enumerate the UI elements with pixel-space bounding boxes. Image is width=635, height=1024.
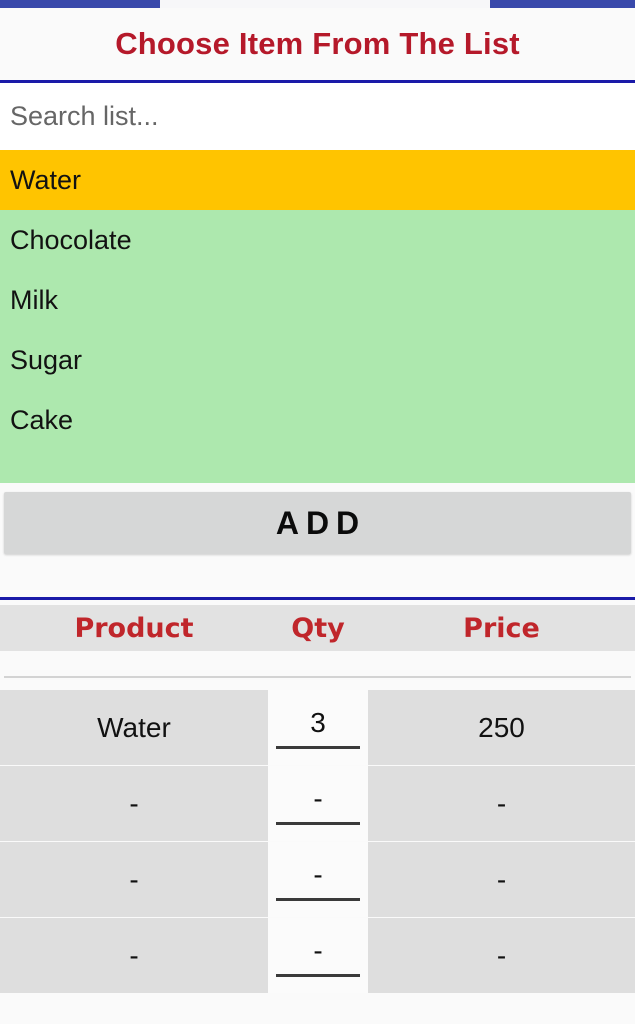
table-header-row: Product Qty Price bbox=[0, 605, 635, 651]
app-root: Choose Item From The List Water Chocolat… bbox=[0, 0, 635, 1024]
qty-underline bbox=[276, 746, 360, 749]
search-bar[interactable] bbox=[0, 83, 635, 150]
list-item-water[interactable]: Water bbox=[0, 150, 635, 210]
status-bar bbox=[0, 0, 635, 8]
cell-price: 250 bbox=[368, 690, 635, 765]
list-item-milk[interactable]: Milk bbox=[0, 270, 635, 330]
table-row: - - bbox=[0, 918, 635, 993]
list-item-label: Milk bbox=[10, 284, 58, 315]
cell-qty[interactable] bbox=[268, 690, 368, 765]
add-button[interactable]: ADD bbox=[4, 492, 631, 554]
cell-product: - bbox=[0, 766, 268, 841]
cell-qty[interactable] bbox=[268, 918, 368, 993]
table-row: - - bbox=[0, 842, 635, 917]
cell-product: - bbox=[0, 842, 268, 917]
cell-price: - bbox=[368, 842, 635, 917]
column-header-qty: Qty bbox=[291, 612, 345, 644]
list-item-chocolate[interactable]: Chocolate bbox=[0, 210, 635, 270]
table-header-rule bbox=[4, 676, 631, 678]
page-title-container: Choose Item From The List bbox=[0, 8, 635, 80]
qty-underline bbox=[276, 822, 360, 825]
qty-input[interactable] bbox=[276, 934, 360, 967]
cell-product: Water bbox=[0, 690, 268, 765]
column-header-product: Product bbox=[74, 612, 194, 644]
qty-underline bbox=[276, 974, 360, 977]
qty-underline bbox=[276, 898, 360, 901]
list-item-label: Chocolate bbox=[10, 224, 132, 255]
qty-input[interactable] bbox=[276, 706, 360, 739]
cell-qty[interactable] bbox=[268, 842, 368, 917]
qty-input[interactable] bbox=[276, 858, 360, 891]
page-title: Choose Item From The List bbox=[115, 26, 520, 61]
column-header-price: Price bbox=[463, 612, 540, 644]
search-input[interactable] bbox=[10, 101, 610, 132]
list-item-label: Water bbox=[10, 164, 82, 195]
cell-price: - bbox=[368, 766, 635, 841]
cell-qty[interactable] bbox=[268, 766, 368, 841]
qty-input[interactable] bbox=[276, 782, 360, 815]
table-row: - - bbox=[0, 766, 635, 841]
list-item-sugar[interactable]: Sugar bbox=[0, 330, 635, 390]
table-row: Water 250 bbox=[0, 690, 635, 765]
item-list[interactable]: Water Chocolate Milk Sugar Cake bbox=[0, 150, 635, 483]
divider-middle bbox=[0, 597, 635, 600]
list-item-label: Sugar bbox=[10, 344, 83, 375]
list-item-cake[interactable]: Cake bbox=[0, 390, 635, 450]
table-body: Water 250 - - - - - bbox=[0, 690, 635, 994]
cell-product: - bbox=[0, 918, 268, 993]
list-item-label: Cake bbox=[10, 404, 74, 435]
cell-price: - bbox=[368, 918, 635, 993]
status-bar-notch bbox=[160, 0, 490, 8]
